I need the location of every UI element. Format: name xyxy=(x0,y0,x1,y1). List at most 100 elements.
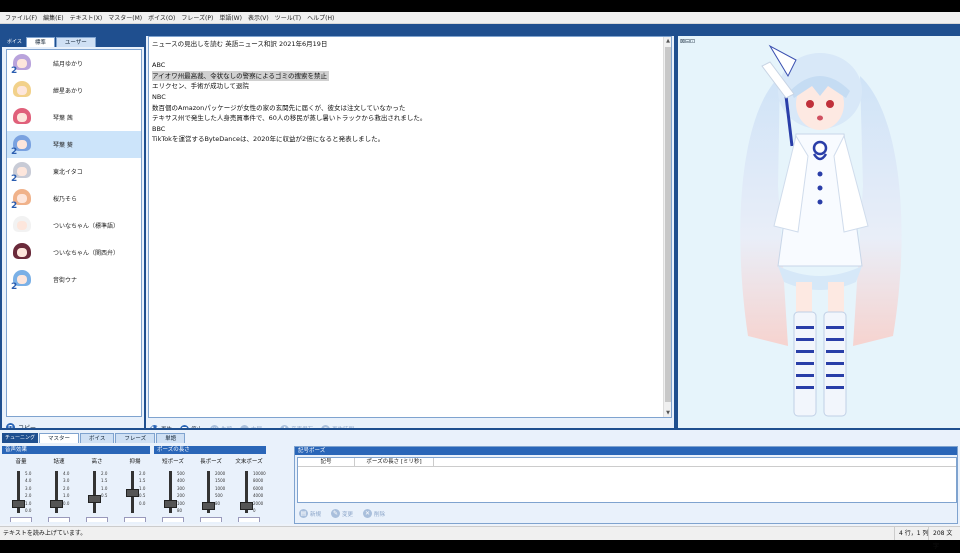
slider-label: 文末ポーズ xyxy=(235,459,263,465)
slider-value-box[interactable] xyxy=(48,517,70,522)
slider-value-box[interactable] xyxy=(200,517,222,522)
menu-bar: ファイル(F) 編集(E) テキスト(X) マスター(M) ボイス(O) フレーズ(P) 単… xyxy=(0,12,960,24)
text-editor[interactable]: ニュースの見出しを読む 英語ニュース和訳 2021年6月19日 ABC アイオワ州最… xyxy=(148,36,672,418)
version-badge: 2 xyxy=(11,200,18,211)
cursor-position: 4 行，1 列 xyxy=(894,527,932,540)
menu-item[interactable]: ファイル(F) xyxy=(2,13,40,22)
editor-line: TikTokを運営するByteDanceは、2020年に収益が2倍になると発表し… xyxy=(152,135,385,144)
voice-name: ついなちゃん（標準語） xyxy=(53,223,120,230)
voice-list-item[interactable]: ついなちゃん（標準語） xyxy=(7,212,141,239)
voice-list-item[interactable]: ついなちゃん（関西弁） xyxy=(7,239,141,266)
tick-label: 1500 xyxy=(215,478,226,484)
slider-track[interactable] xyxy=(93,471,96,513)
tick-label: 80 xyxy=(177,508,183,514)
menu-item[interactable]: 編集(E) xyxy=(40,13,66,22)
new-icon: ▤ xyxy=(299,509,308,518)
slider-label: 抑揚 xyxy=(129,459,141,465)
tab-voice[interactable]: ボイス xyxy=(80,433,115,443)
tuning-label: チューニング xyxy=(2,433,39,443)
editor-scrollbar[interactable]: ▲ ▼ xyxy=(663,37,671,417)
voice-list-item[interactable]: 2 琴葉 葵 xyxy=(7,131,141,158)
tick-label: 0.0 xyxy=(63,500,70,506)
tick-label: 6000 xyxy=(253,485,264,491)
edit-icon: ✎ xyxy=(331,509,341,518)
voice-panel: ボイス 標準 ユーザー 2 結月ゆかり 紲星あかり 琴葉 茜 2 琴葉 葵 2 東北イタコ 2 桜… xyxy=(2,36,144,432)
character-toolbar[interactable]: ⊠⊟⊡ xyxy=(680,38,695,45)
pause-section-title: ポーズの長さ xyxy=(154,446,266,454)
menu-item[interactable]: マスター(M) xyxy=(105,13,145,22)
avatar xyxy=(11,80,33,102)
slider[interactable]: 音量 5.0 4.0 3.0 2.0 1.0 0.0 xyxy=(2,457,40,522)
menu-item[interactable]: ヘルプ(H) xyxy=(304,13,337,22)
menu-item[interactable]: 単語(W) xyxy=(216,13,245,22)
slider-knob[interactable] xyxy=(240,501,253,510)
version-badge: 2 xyxy=(11,281,18,292)
delete-button[interactable]: ✕ 削除 xyxy=(363,509,385,518)
slider[interactable]: 抑揚 2.0 1.5 1.0 0.5 0.0 xyxy=(116,457,154,522)
voice-list-item[interactable]: 紲星あかり xyxy=(7,77,141,104)
slider-knob[interactable] xyxy=(12,499,25,508)
text-editor-panel: ニュースの見出しを読む 英語ニュース和訳 2021年6月19日 ABC アイオワ州最… xyxy=(146,36,674,434)
symbol-pause-table[interactable]: 記号 ポーズの長さ [ミリ秒] xyxy=(297,457,957,503)
tab-word[interactable]: 単語 xyxy=(156,433,186,443)
slider-knob[interactable] xyxy=(126,489,139,497)
tick-label: 1.5 xyxy=(139,478,146,484)
pause-sliders: 短ポーズ 500 400 300 200 100 80 長ポーズ 2000 1500 1000 500… xyxy=(154,457,268,522)
slider-value-box[interactable] xyxy=(10,517,32,522)
avatar: 2 xyxy=(11,269,33,292)
slider[interactable]: 話速 4.0 3.0 2.0 1.0 0.0 xyxy=(40,457,78,522)
slider-ticks: 2.0 1.5 1.0 0.5 0.0 xyxy=(139,470,145,507)
new-button[interactable]: ▤ 新規 xyxy=(299,509,321,518)
voice-list-item[interactable]: 2 音街ウナ xyxy=(7,266,141,293)
menu-item[interactable]: フレーズ(P) xyxy=(178,13,216,22)
tab-phrase[interactable]: フレーズ xyxy=(115,433,156,443)
scroll-up-icon[interactable]: ▲ xyxy=(664,37,672,45)
tick-label: 0 xyxy=(253,508,256,514)
slider-value-box[interactable] xyxy=(162,517,184,522)
slider-value-box[interactable] xyxy=(124,517,146,522)
scroll-down-icon[interactable]: ▼ xyxy=(664,409,672,417)
slider-knob[interactable] xyxy=(164,499,177,508)
voice-list-item[interactable]: 2 東北イタコ xyxy=(7,158,141,185)
slider-value-box[interactable] xyxy=(86,517,108,522)
menu-item[interactable]: 表示(V) xyxy=(245,13,272,22)
menu-item[interactable]: ボイス(O) xyxy=(145,13,178,22)
scroll-thumb[interactable] xyxy=(665,47,671,402)
editor-line: 数百個のAmazonパッケージが女性の家の玄関先に届くが、彼女は注文していなかっ… xyxy=(152,103,406,112)
edit-button[interactable]: ✎ 変更 xyxy=(331,509,353,518)
slider[interactable]: 高さ 2.0 1.5 1.0 0.5 xyxy=(78,457,116,522)
slider[interactable]: 文末ポーズ 10000 8000 6000 4000 2000 0 xyxy=(230,457,268,522)
voice-tabs: ボイス 標準 ユーザー xyxy=(2,36,144,47)
tick-label: 2.0 xyxy=(101,471,108,476)
voice-list-item[interactable]: 2 結月ゆかり xyxy=(7,50,141,77)
voice-list-item[interactable]: 琴葉 茜 xyxy=(7,104,141,131)
tick-label: 4.0 xyxy=(63,471,70,476)
tick-label: 1.5 xyxy=(101,478,108,484)
editor-line: NBC xyxy=(152,92,166,101)
tick-label: 2000 xyxy=(253,500,264,506)
tab-standard[interactable]: 標準 xyxy=(25,37,55,47)
slider-ticks: 2000 1500 1000 500 80 xyxy=(215,470,225,507)
tab-user[interactable]: ユーザー xyxy=(55,37,96,47)
voice-list-item[interactable]: 2 桜乃そら xyxy=(7,185,141,212)
tab-master[interactable]: マスター xyxy=(39,433,80,443)
tick-label: 4000 xyxy=(253,493,264,499)
slider-knob[interactable] xyxy=(50,499,63,508)
tick-label: 2.0 xyxy=(25,493,32,499)
slider-value-box[interactable] xyxy=(238,517,260,522)
slider-knob[interactable] xyxy=(202,501,215,510)
menu-item[interactable]: テキスト(X) xyxy=(67,13,106,22)
slider[interactable]: 長ポーズ 2000 1500 1000 500 80 xyxy=(192,457,230,522)
avatar: 2 xyxy=(11,188,33,211)
avatar xyxy=(11,107,33,129)
tick-label: 8000 xyxy=(253,478,264,484)
slider-knob[interactable] xyxy=(88,495,101,504)
avatar xyxy=(11,215,33,237)
tick-label: 10000 xyxy=(253,471,266,476)
slider-ticks: 5.0 4.0 3.0 2.0 1.0 0.0 xyxy=(25,470,31,514)
slider-label: 音量 xyxy=(15,459,27,465)
tick-label: 500 xyxy=(215,493,223,499)
menu-item[interactable]: ツール(T) xyxy=(272,13,304,22)
trash-icon: ✕ xyxy=(363,509,373,518)
slider[interactable]: 短ポーズ 500 400 300 200 100 80 xyxy=(154,457,192,522)
